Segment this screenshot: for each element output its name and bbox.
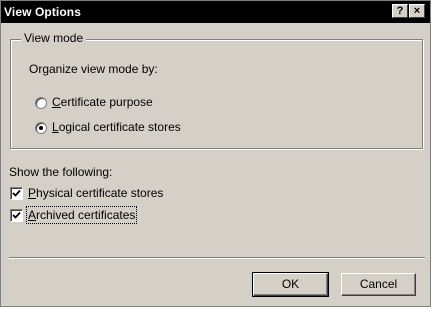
checkmark-icon	[12, 189, 21, 197]
radio-dot-icon	[39, 126, 43, 130]
title-bar[interactable]: View Options ? ×	[1, 1, 430, 23]
radio-label[interactable]: Logical certificate stores	[52, 120, 181, 134]
organize-prompt: Organize view mode by:	[29, 62, 158, 76]
accelerator-key: A	[28, 208, 37, 222]
ok-button[interactable]: OK	[252, 272, 329, 297]
question-icon: ?	[396, 5, 404, 17]
radio-label[interactable]: Certificate purpose	[52, 95, 153, 109]
separator	[9, 257, 425, 259]
view-options-dialog: View Options ? × View mode Organize view…	[0, 0, 431, 307]
window-title: View Options	[4, 5, 81, 19]
show-heading: Show the following:	[9, 165, 113, 179]
accelerator-key: C	[52, 95, 61, 109]
checkmark-icon	[12, 211, 21, 219]
checkbox-label-text: rchived certificates	[36, 208, 136, 222]
help-button[interactable]: ?	[392, 4, 408, 18]
view-mode-legend: View mode	[21, 31, 87, 45]
accelerator-key: L	[52, 120, 59, 134]
checkbox[interactable]	[10, 187, 23, 200]
checkbox[interactable]	[10, 209, 23, 222]
radio-button-selected[interactable]	[35, 122, 47, 134]
radio-label-text: ertificate purpose	[60, 95, 153, 109]
checkbox-label-text: hysical certificate stores	[36, 186, 164, 200]
radio-button[interactable]	[35, 97, 47, 109]
cancel-button[interactable]: Cancel	[341, 273, 416, 296]
checkbox-label[interactable]: Physical certificate stores	[28, 186, 163, 200]
close-icon: ×	[413, 5, 421, 17]
close-button[interactable]: ×	[409, 4, 425, 18]
checkbox-label[interactable]: Archived certificates	[25, 206, 138, 224]
radio-label-text: ogical certificate stores	[58, 120, 181, 134]
accelerator-key: P	[28, 186, 37, 200]
